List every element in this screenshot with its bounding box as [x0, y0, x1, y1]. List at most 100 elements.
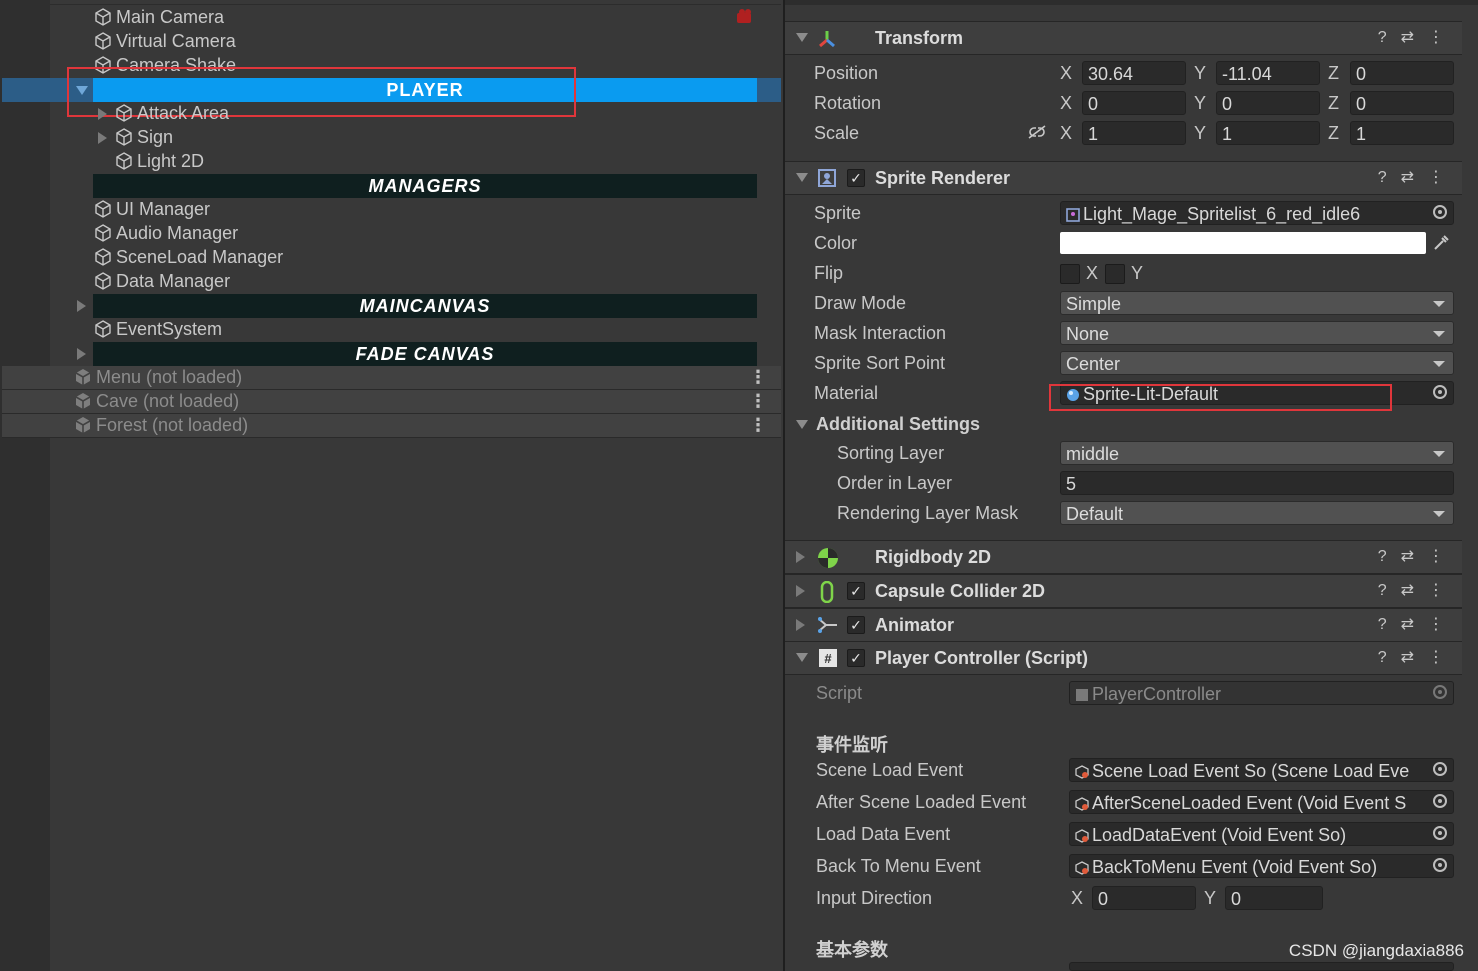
cropped-field[interactable] — [1069, 962, 1454, 971]
rendering-layer-mask-dropdown[interactable]: Default — [1060, 501, 1454, 525]
order-in-layer-field[interactable]: 5 — [1060, 471, 1454, 495]
preset-icon[interactable]: ⇄ — [1401, 548, 1414, 565]
input-direction-x-field[interactable]: 0 — [1092, 886, 1196, 910]
scene-menu-icon[interactable]: ⋮ — [749, 414, 767, 437]
axis-x-label[interactable]: X — [1060, 123, 1072, 144]
flip-y-checkbox[interactable] — [1105, 264, 1125, 284]
hierarchy-item-maincanvas[interactable]: MAINCANVAS — [93, 294, 757, 318]
load-data-event-field[interactable]: LoadDataEvent (Void Event So) — [1069, 822, 1454, 846]
scale-x-field[interactable]: 1 — [1082, 121, 1186, 145]
sprite-field[interactable]: Light_Mage_Spritelist_6_red_idle6 — [1060, 201, 1454, 225]
help-icon[interactable]: ? — [1378, 616, 1387, 633]
help-icon[interactable]: ? — [1378, 29, 1387, 46]
rotation-y-field[interactable]: 0 — [1216, 91, 1320, 115]
help-icon[interactable]: ? — [1378, 582, 1387, 599]
mask-interaction-dropdown[interactable]: None — [1060, 321, 1454, 345]
position-y-field[interactable]: -11.04 — [1216, 61, 1320, 85]
object-picker-icon[interactable] — [1433, 385, 1447, 399]
draw-mode-dropdown[interactable]: Simple — [1060, 291, 1454, 315]
scale-z-field[interactable]: 1 — [1350, 121, 1454, 145]
preset-icon[interactable]: ⇄ — [1401, 582, 1414, 599]
back-to-menu-event-field[interactable]: BackToMenu Event (Void Event So) — [1069, 854, 1454, 878]
enabled-checkbox[interactable]: ✓ — [847, 616, 865, 634]
scene-row-menu[interactable]: Menu (not loaded) ⋮ — [2, 366, 781, 390]
scene-load-event-field[interactable]: Scene Load Event So (Scene Load Eve — [1069, 758, 1454, 782]
axis-y-label[interactable]: Y — [1194, 123, 1206, 144]
rotation-x-field[interactable]: 0 — [1082, 91, 1186, 115]
preset-icon[interactable]: ⇄ — [1401, 29, 1414, 46]
object-picker-icon[interactable] — [1433, 858, 1447, 872]
hierarchy-item-player[interactable]: PLAYER — [93, 78, 757, 102]
expand-arrow-icon[interactable] — [77, 300, 86, 312]
color-swatch[interactable] — [1060, 232, 1426, 254]
help-icon[interactable]: ? — [1378, 548, 1387, 565]
hierarchy-item-eventsystem[interactable]: EventSystem — [94, 317, 222, 341]
hierarchy-item-attack-area[interactable]: Attack Area — [115, 101, 229, 125]
expand-arrow-icon[interactable] — [77, 348, 86, 360]
rotation-z-field[interactable]: 0 — [1350, 91, 1454, 115]
eyedropper-icon[interactable] — [1432, 234, 1450, 252]
hierarchy-item-camera-shake[interactable]: Camera Shake — [94, 53, 236, 77]
help-icon[interactable]: ? — [1378, 169, 1387, 186]
axis-z-label[interactable]: Z — [1328, 123, 1339, 144]
axis-y-label[interactable]: Y — [1204, 888, 1216, 909]
component-menu-icon[interactable]: ⋮ — [1428, 582, 1444, 599]
object-picker-icon[interactable] — [1433, 205, 1447, 219]
preset-icon[interactable]: ⇄ — [1401, 169, 1414, 186]
hierarchy-item-data-manager[interactable]: Data Manager — [94, 269, 230, 293]
hierarchy-item-audio-manager[interactable]: Audio Manager — [94, 221, 238, 245]
expand-arrow-icon[interactable] — [98, 132, 107, 144]
enabled-checkbox[interactable]: ✓ — [847, 169, 865, 187]
hierarchy-item-sceneload-manager[interactable]: SceneLoad Manager — [94, 245, 283, 269]
after-scene-loaded-event-field[interactable]: AfterSceneLoaded Event (Void Event S — [1069, 790, 1454, 814]
flip-x-checkbox[interactable] — [1060, 264, 1080, 284]
component-menu-icon[interactable]: ⋮ — [1428, 169, 1444, 186]
hierarchy-item-ui-manager[interactable]: UI Manager — [94, 197, 210, 221]
camera-gizmo-icon[interactable] — [735, 8, 755, 26]
hierarchy-item-fade-canvas[interactable]: FADE CANVAS — [93, 342, 757, 366]
component-menu-icon[interactable]: ⋮ — [1428, 616, 1444, 633]
expand-arrow-icon[interactable] — [796, 551, 805, 563]
hierarchy-item-main-camera[interactable]: Main Camera — [94, 5, 224, 29]
component-menu-icon[interactable]: ⋮ — [1428, 29, 1444, 46]
object-picker-icon[interactable] — [1433, 794, 1447, 808]
component-menu-icon[interactable]: ⋮ — [1428, 649, 1444, 666]
hierarchy-item-virtual-camera[interactable]: Virtual Camera — [94, 29, 236, 53]
component-header-animator[interactable]: ✓ Animator ? ⇄ ⋮ — [785, 608, 1462, 642]
component-menu-icon[interactable]: ⋮ — [1428, 548, 1444, 565]
expand-arrow-icon[interactable] — [796, 585, 805, 597]
scene-row-cave[interactable]: Cave (not loaded) ⋮ — [2, 390, 781, 414]
object-picker-icon[interactable] — [1433, 826, 1447, 840]
component-header-transform[interactable]: Transform ? ⇄ ⋮ — [785, 21, 1462, 55]
collapse-arrow-icon[interactable] — [796, 653, 808, 662]
expand-arrow-icon[interactable] — [98, 108, 107, 120]
axis-x-label[interactable]: X — [1060, 63, 1072, 84]
enabled-checkbox[interactable]: ✓ — [847, 582, 865, 600]
object-picker-icon[interactable] — [1433, 762, 1447, 776]
axis-z-label[interactable]: Z — [1328, 63, 1339, 84]
component-header-rigidbody-2d[interactable]: Rigidbody 2D ? ⇄ ⋮ — [785, 540, 1462, 574]
help-icon[interactable]: ? — [1378, 649, 1387, 666]
component-header-player-controller[interactable]: # ✓ Player Controller (Script) ? ⇄ ⋮ — [785, 641, 1462, 675]
sorting-layer-dropdown[interactable]: middle — [1060, 441, 1454, 465]
constrain-proportions-icon[interactable] — [1027, 124, 1047, 140]
preset-icon[interactable]: ⇄ — [1401, 616, 1414, 633]
hierarchy-item-light-2d[interactable]: Light 2D — [115, 149, 204, 173]
collapse-arrow-icon[interactable] — [796, 173, 808, 182]
hierarchy-item-managers[interactable]: MANAGERS — [93, 174, 757, 198]
axis-y-label[interactable]: Y — [1194, 63, 1206, 84]
component-header-sprite-renderer[interactable]: ✓ Sprite Renderer ? ⇄ ⋮ — [785, 161, 1462, 195]
sprite-sort-point-dropdown[interactable]: Center — [1060, 351, 1454, 375]
collapse-arrow-icon[interactable] — [796, 420, 808, 429]
axis-x-label[interactable]: X — [1060, 93, 1072, 114]
enabled-checkbox[interactable]: ✓ — [847, 649, 865, 667]
preset-icon[interactable]: ⇄ — [1401, 649, 1414, 666]
scene-menu-icon[interactable]: ⋮ — [749, 390, 767, 413]
component-header-capsule-collider-2d[interactable]: ✓ Capsule Collider 2D ? ⇄ ⋮ — [785, 574, 1462, 608]
material-field[interactable]: Sprite-Lit-Default — [1060, 381, 1454, 405]
expand-arrow-icon[interactable] — [76, 86, 88, 95]
scale-y-field[interactable]: 1 — [1216, 121, 1320, 145]
hierarchy-item-sign[interactable]: Sign — [115, 125, 173, 149]
expand-arrow-icon[interactable] — [796, 619, 805, 631]
axis-z-label[interactable]: Z — [1328, 93, 1339, 114]
